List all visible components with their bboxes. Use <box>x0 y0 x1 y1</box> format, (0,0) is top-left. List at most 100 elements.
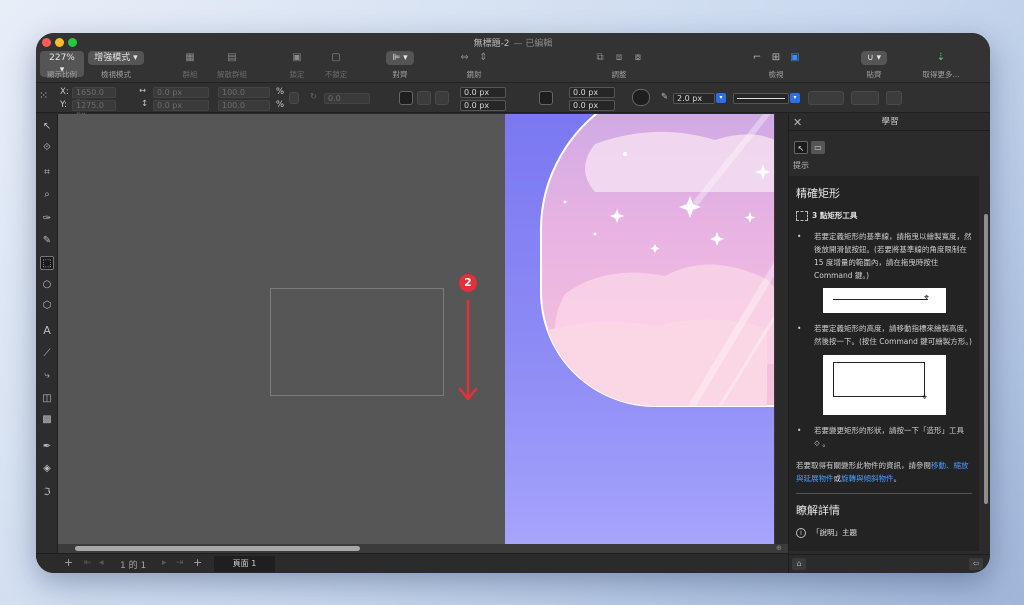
mirror-control[interactable]: ⇔ ⇕ 鏡射 <box>444 51 504 81</box>
polygon-tool-icon[interactable]: ⬡ <box>40 299 54 313</box>
horizontal-scroll-thumb[interactable] <box>75 546 360 551</box>
guidelines-icon[interactable]: ▣ <box>787 51 803 64</box>
wrap-text-button[interactable] <box>886 91 902 105</box>
reference-point-icon[interactable]: ⁙ <box>39 89 55 105</box>
arrowhead-start-button[interactable] <box>808 91 844 105</box>
corner-chamfer-button[interactable] <box>435 91 449 105</box>
ungroup-button[interactable]: ▤ 解散群組 <box>212 51 252 81</box>
canvas-horizontal-scrollbar[interactable] <box>58 544 788 553</box>
next-page-icon[interactable]: ▸ <box>162 558 167 568</box>
corner-scallop-button[interactable] <box>417 91 431 105</box>
adjust-control[interactable]: ⧉ ⧈ ⧇ 調整 <box>554 51 684 81</box>
artistic-media-icon[interactable]: ✎ <box>40 234 54 248</box>
line-style-field[interactable] <box>733 93 789 104</box>
line-style-dropdown[interactable]: ▾ <box>790 93 800 103</box>
drawing-canvas[interactable]: 2 <box>58 114 775 544</box>
crop-tool-icon[interactable]: ⌗ <box>40 166 54 180</box>
grid-icon[interactable]: ⊞ <box>768 51 784 64</box>
mirror-vertical-icon[interactable]: ⇕ <box>475 51 491 64</box>
drop-shadow-icon[interactable]: ◫ <box>40 392 54 406</box>
home-icon[interactable]: ⌂ <box>792 558 806 570</box>
ellipse-tool-icon[interactable]: ○ <box>40 278 54 292</box>
first-page-icon[interactable]: ⇤ <box>84 558 92 568</box>
interactive-fill-icon[interactable]: ◈ <box>40 462 54 476</box>
docker-scroll-thumb[interactable] <box>984 214 988 504</box>
view-control[interactable]: ⌐ ⊞ ▣ 檢視 <box>726 51 826 81</box>
transparency-tool-icon[interactable]: ▩ <box>40 413 54 427</box>
smart-fill-icon[interactable]: ℑ <box>40 486 54 500</box>
align-dropdown[interactable]: ⊫ ▾ <box>386 51 414 65</box>
window-title: 無標題-2— 已編輯 <box>36 36 990 49</box>
mirror-horizontal-icon[interactable]: ⇔ <box>457 51 473 64</box>
rectangle-tool-icon[interactable]: ⬚ <box>40 256 54 270</box>
height-field[interactable]: 0.0 px <box>153 100 209 111</box>
arrange-front-icon[interactable]: ⧉ <box>592 51 608 64</box>
corner-round-button[interactable] <box>399 91 413 105</box>
zoom-value: 227% <box>49 53 75 63</box>
outline-width-dropdown[interactable]: ▾ <box>716 93 726 103</box>
hints-content: 精確矩形 3 點矩形工具 若要定義矩形的基準線，請拖曳以繪製寬度，然後放開滑鼠按… <box>789 176 979 551</box>
get-more-button[interactable]: ⇣ 取得更多... <box>916 51 966 81</box>
resources-tab-icon[interactable]: ▭ <box>811 141 825 154</box>
snap-control[interactable]: ∪ ▾ 貼齊 <box>854 51 894 81</box>
shape-tool-icon[interactable]: ⟐ <box>40 141 54 155</box>
rotate-skew-link[interactable]: 旋轉與傾斜物件 <box>841 474 894 483</box>
help-topic-link[interactable]: i 「說明」主題 <box>796 527 972 538</box>
hint-step-3: 若要變更矩形的形狀，請按一下「造形」工具 ⟐ 。 <box>796 424 972 450</box>
zoom-tool-icon[interactable]: ⌕ <box>40 188 54 202</box>
corner-radius-bottom-left[interactable]: 0.0 px <box>460 100 506 111</box>
docker-scrollbar[interactable] <box>983 176 989 551</box>
docker-footer: ⌂ ⇦ <box>789 554 990 573</box>
rectangle-baseline-preview <box>270 288 444 396</box>
scale-height-percent: % <box>276 100 285 110</box>
lock-ratio-button[interactable] <box>289 92 299 104</box>
arrowhead-end-button[interactable] <box>851 91 879 105</box>
corner-radius-top-right[interactable]: 0.0 px <box>569 87 615 98</box>
outline-width-field[interactable]: 2.0 px <box>673 93 715 104</box>
rulers-icon[interactable]: ⌐ <box>749 51 765 64</box>
arrange-back-icon[interactable]: ⧈ <box>611 51 627 64</box>
y-position-field[interactable]: 1275.0 px <box>72 100 116 119</box>
crosshair-cursor-icon: ⌖ <box>922 393 928 403</box>
back-icon[interactable]: ⇦ <box>969 558 983 570</box>
zoom-control[interactable]: 227% ▾ 顯示比例 <box>40 51 84 81</box>
unlock-button[interactable]: ▢ 不鎖定 <box>321 51 351 81</box>
rotation-angle-field[interactable]: 0.0 <box>324 93 370 104</box>
ungroup-icon: ▤ <box>227 52 237 63</box>
freehand-tool-icon[interactable]: ✑ <box>40 212 54 226</box>
group-label: 群組 <box>182 70 198 79</box>
width-field[interactable]: 0.0 px <box>153 87 209 98</box>
previous-page-icon[interactable]: ◂ <box>99 558 104 568</box>
view-mode-control[interactable]: 增強模式 ▾ 檢視模式 <box>87 51 145 81</box>
text-tool-icon[interactable]: A <box>40 324 54 338</box>
page-tab[interactable]: 頁面 1 <box>214 556 275 572</box>
scale-width-field[interactable]: 100.0 <box>218 87 270 98</box>
canvas-vertical-scrollbar[interactable] <box>774 114 775 544</box>
align-control[interactable]: ⊫ ▾ 對齊 <box>382 51 418 81</box>
corner-radius-bottom-right[interactable]: 0.0 px <box>569 100 615 111</box>
view-mode-dropdown[interactable]: 增強模式 ▾ <box>88 51 144 65</box>
group-button[interactable]: ▦ 群組 <box>178 51 202 81</box>
x-position-field[interactable]: 1650.0 px <box>72 87 116 106</box>
drag-down-arrow-icon <box>458 299 478 401</box>
align-label: 對齊 <box>392 70 408 79</box>
hint-heading: 精確矩形 <box>796 187 840 200</box>
parallel-dimension-icon[interactable]: ⟋ <box>40 347 54 361</box>
last-page-icon[interactable]: ⇥ <box>176 558 184 568</box>
pick-tool-icon[interactable]: ↖ <box>40 120 54 134</box>
combine-icon[interactable]: ⧇ <box>630 51 646 64</box>
add-page-after-button[interactable]: + <box>193 556 202 569</box>
hints-tab-icon[interactable]: ↖ <box>794 141 808 154</box>
lock-button[interactable]: ▣ 鎖定 <box>286 51 308 81</box>
tool-name-row: 3 點矩形工具 <box>796 210 972 221</box>
scale-height-field[interactable]: 100.0 <box>218 100 270 111</box>
learn-more-heading: 瞭解詳情 <box>796 504 840 517</box>
corner-radius-top-left[interactable]: 0.0 px <box>460 87 506 98</box>
add-page-before-button[interactable]: + <box>64 556 73 569</box>
relative-corner-button[interactable] <box>632 89 650 106</box>
eyedropper-icon[interactable]: ✒ <box>40 440 54 454</box>
snap-dropdown[interactable]: ∪ ▾ <box>861 51 887 65</box>
zoom-corner-icon[interactable]: ⊕ <box>776 544 788 553</box>
lock-corners-button[interactable] <box>539 91 553 105</box>
connector-tool-icon[interactable]: ⤷ <box>40 369 54 383</box>
